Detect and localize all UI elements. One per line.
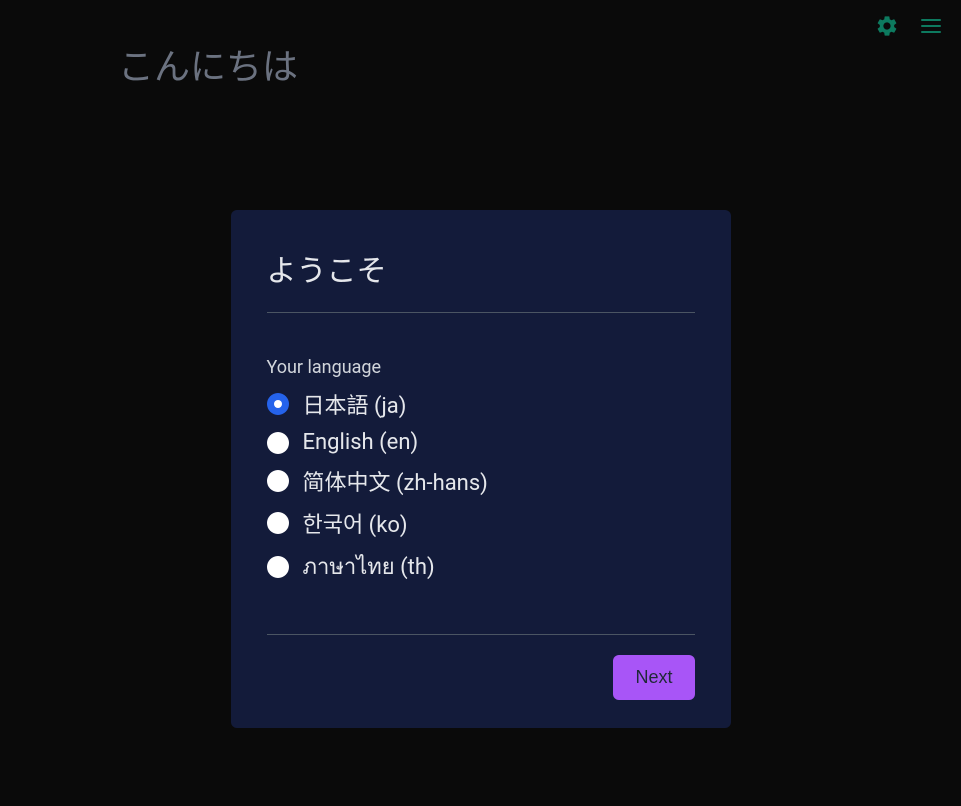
menu-button[interactable]: [917, 14, 945, 42]
language-option-en[interactable]: English (en): [267, 430, 695, 455]
greeting-text: こんにちは: [118, 38, 298, 90]
language-option-ja[interactable]: 日本語 (ja): [267, 388, 695, 420]
card-footer: Next: [267, 655, 695, 700]
settings-button[interactable]: [873, 14, 901, 42]
language-radio-list: 日本語 (ja) English (en) 简体中文 (zh-hans) 한국어…: [267, 388, 695, 584]
radio-label: ภาษาไทย (th): [303, 549, 435, 584]
radio-label: 日本語 (ja): [303, 388, 407, 420]
language-option-th[interactable]: ภาษาไทย (th): [267, 549, 695, 584]
welcome-card: ようこそ Your language 日本語 (ja) English (en)…: [231, 210, 731, 728]
next-button[interactable]: Next: [613, 655, 694, 700]
hamburger-icon: [919, 14, 943, 42]
language-option-ko[interactable]: 한국어 (ko): [267, 507, 695, 539]
radio-icon: [267, 556, 289, 578]
divider: [267, 634, 695, 635]
radio-icon: [267, 470, 289, 492]
radio-icon: [267, 432, 289, 454]
card-title: ようこそ: [267, 246, 695, 313]
radio-icon: [267, 393, 289, 415]
radio-icon: [267, 512, 289, 534]
radio-label: 简体中文 (zh-hans): [303, 465, 488, 497]
language-option-zh-hans[interactable]: 简体中文 (zh-hans): [267, 465, 695, 497]
gear-icon: [875, 14, 899, 42]
radio-label: 한국어 (ko): [303, 507, 408, 539]
radio-label: English (en): [303, 430, 419, 455]
language-field-label: Your language: [267, 357, 695, 378]
